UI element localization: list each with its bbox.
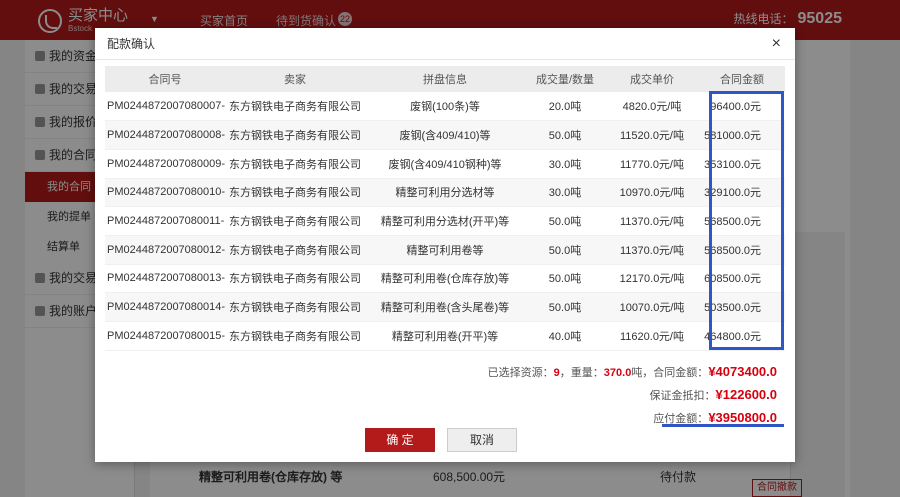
column-header: 合同号 [105,66,225,92]
product-info-cell: 废钢(100条)等 [365,92,525,122]
table-row[interactable]: PM0244872007080007-1 东方钢铁电子商务有限公司 废钢(100条)… [105,92,785,122]
quantity-cell: 50.0吨 [525,264,605,294]
table-row[interactable]: PM0244872007080010-1 东方钢铁电子商务有限公司 精整可利用分选材… [105,178,785,208]
seller-cell: 东方钢铁电子商务有限公司 [225,235,365,265]
contract-id-cell: PM0244872007080012-1 [105,235,225,265]
quantity-cell: 30.0吨 [525,178,605,208]
order-summary: 已选择资源：9，重量：370.0吨，合同金额：¥4073400.0 保证金抵扣：… [488,361,777,430]
deposit-label: 保证金抵扣： [649,390,716,402]
contract-amount-cell: 568500.0元 [699,235,785,265]
quantity-cell: 50.0吨 [525,120,605,150]
contract-amount-cell: 503500.0元 [699,292,785,322]
confirm-button[interactable]: 确 定 [365,428,435,452]
unit-price-cell: 11370.0元/吨 [605,206,699,236]
contract-amount-cell: 581000.0元 [699,120,785,150]
contract-table: 合同号 卖家 拼盘信息 成交量/数量 成交单价 合同金额 PM024487200… [105,66,785,351]
quantity-cell: 40.0吨 [525,321,605,351]
contract-amount-cell: 608500.0元 [699,264,785,294]
summary-line-2: 保证金抵扣：¥122600.0 [488,384,777,407]
table-row[interactable]: PM0244872007080014-1 东方钢铁电子商务有限公司 精整可利用卷(含… [105,292,785,322]
unit-price-cell: 11370.0元/吨 [605,235,699,265]
contract-id-cell: PM0244872007080007-1 [105,92,225,122]
seller-cell: 东方钢铁电子商务有限公司 [225,120,365,150]
column-header: 合同金额 [699,66,785,92]
cancel-button[interactable]: 取消 [447,428,517,452]
contract-id-cell: PM0244872007080008-1 [105,120,225,150]
quantity-cell: 30.0吨 [525,149,605,179]
column-header: 卖家 [225,66,365,92]
weight-label: ，重量： [559,367,604,379]
seller-cell: 东方钢铁电子商务有限公司 [225,92,365,122]
unit-price-cell: 12170.0元/吨 [605,264,699,294]
seller-cell: 东方钢铁电子商务有限公司 [225,149,365,179]
weight-unit: 吨，合同金额： [631,367,709,379]
seller-cell: 东方钢铁电子商务有限公司 [225,206,365,236]
table-row[interactable]: PM0244872007080012-1 东方钢铁电子商务有限公司 精整可利用卷等 5… [105,235,785,265]
product-info-cell: 精整可利用分选材等 [365,178,525,208]
quantity-cell: 20.0吨 [525,92,605,122]
unit-price-cell: 11620.0元/吨 [605,321,699,351]
payment-confirm-dialog: 配款确认 × 合同号 卖家 拼盘信息 成交量/数量 成交单价 合同金额 PM02… [95,28,795,462]
unit-price-cell: 10070.0元/吨 [605,292,699,322]
product-info-cell: 精整可利用卷等 [365,235,525,265]
contract-amount-cell: 96400.0元 [699,92,785,122]
contract-id-cell: PM0244872007080013-1 [105,264,225,294]
quantity-cell: 50.0吨 [525,206,605,236]
table-header-row: 合同号 卖家 拼盘信息 成交量/数量 成交单价 合同金额 [105,66,785,92]
table-row[interactable]: PM0244872007080013-1 东方钢铁电子商务有限公司 精整可利用卷(仓… [105,264,785,294]
product-info-cell: 精整可利用卷(含头尾卷)等 [365,292,525,322]
product-info-cell: 精整可利用分选材(开平)等 [365,206,525,236]
contract-id-cell: PM0244872007080011-1 [105,206,225,236]
contract-amount-cell: 464800.0元 [699,321,785,351]
quantity-cell: 50.0吨 [525,235,605,265]
column-header: 成交量/数量 [525,66,605,92]
contract-amount-cell: 353100.0元 [699,149,785,179]
contract-amount-cell: 568500.0元 [699,206,785,236]
column-header: 成交单价 [605,66,699,92]
dialog-title: 配款确认 [95,28,795,60]
table-row[interactable]: PM0244872007080009-1 东方钢铁电子商务有限公司 废钢(含409/… [105,149,785,179]
column-header: 拼盘信息 [365,66,525,92]
contract-id-cell: PM0244872007080010-1 [105,178,225,208]
quantity-cell: 50.0吨 [525,292,605,322]
unit-price-cell: 10970.0元/吨 [605,178,699,208]
deposit-value: ¥122600.0 [715,387,777,402]
unit-price-cell: 4820.0元/吨 [605,92,699,122]
product-info-cell: 废钢(含409/410钢种)等 [365,149,525,179]
selected-label: 已选择资源： [487,367,554,379]
contract-id-cell: PM0244872007080009-1 [105,149,225,179]
seller-cell: 东方钢铁电子商务有限公司 [225,321,365,351]
summary-line-1: 已选择资源：9，重量：370.0吨，合同金额：¥4073400.0 [488,361,777,384]
product-info-cell: 废钢(含409/410)等 [365,120,525,150]
weight-value: 370.0 [603,367,632,379]
product-info-cell: 精整可利用卷(开平)等 [365,321,525,351]
seller-cell: 东方钢铁电子商务有限公司 [225,264,365,294]
seller-cell: 东方钢铁电子商务有限公司 [225,178,365,208]
contract-total: ¥4073400.0 [708,364,777,379]
product-info-cell: 精整可利用卷(仓库存放)等 [365,264,525,294]
table-row[interactable]: PM0244872007080011-1 东方钢铁电子商务有限公司 精整可利用分选材… [105,206,785,236]
contract-amount-cell: 329100.0元 [699,178,785,208]
unit-price-cell: 11520.0元/吨 [605,120,699,150]
unit-price-cell: 11770.0元/吨 [605,149,699,179]
table-row[interactable]: PM0244872007080008-1 东方钢铁电子商务有限公司 废钢(含409/… [105,120,785,150]
close-icon[interactable]: × [772,34,781,54]
table-row[interactable]: PM0244872007080015-1 东方钢铁电子商务有限公司 精整可利用卷(开… [105,321,785,351]
payable-value: ¥3950800.0 [708,410,777,425]
contract-id-cell: PM0244872007080014-1 [105,292,225,322]
payable-underline [662,424,784,427]
contract-id-cell: PM0244872007080015-1 [105,321,225,351]
seller-cell: 东方钢铁电子商务有限公司 [225,292,365,322]
